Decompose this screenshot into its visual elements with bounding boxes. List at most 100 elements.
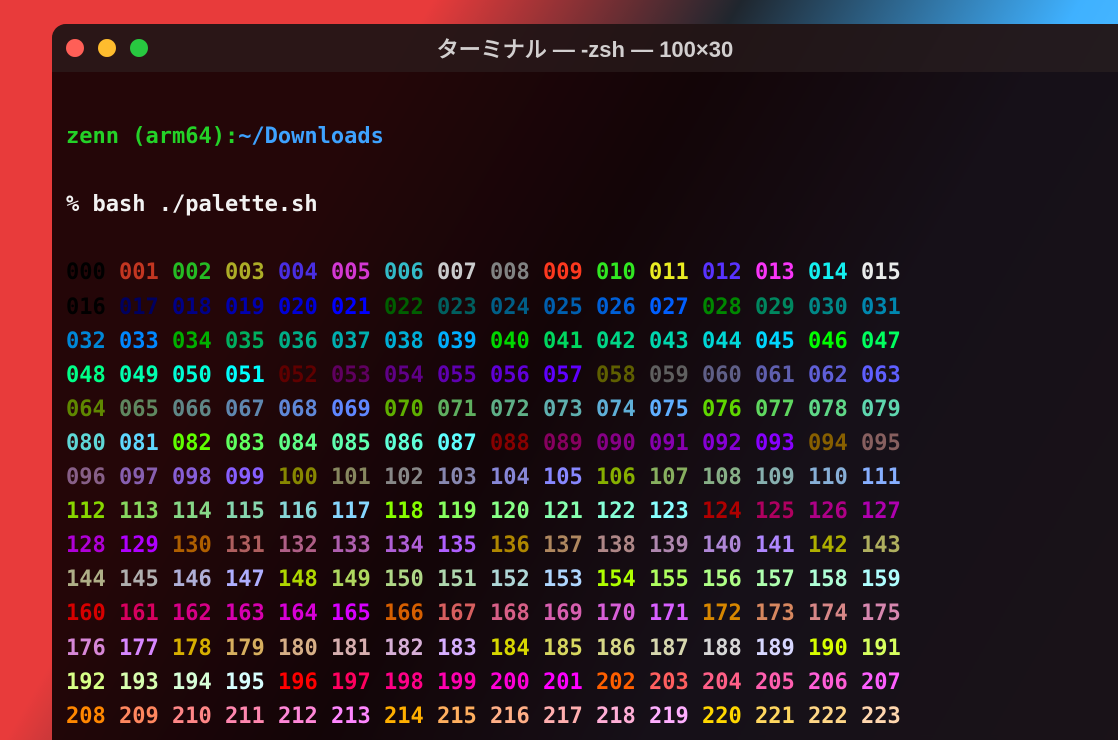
palette-cell-164: 164 — [278, 601, 318, 626]
palette-cell-037: 037 — [331, 329, 371, 354]
palette-cell-087: 087 — [437, 431, 477, 456]
palette-cell-213: 213 — [331, 704, 371, 729]
palette-cell-002: 002 — [172, 260, 212, 285]
palette-space — [159, 363, 172, 388]
palette-space — [318, 533, 331, 558]
palette-space — [106, 465, 119, 490]
palette-cell-079: 079 — [861, 397, 901, 422]
palette-cell-092: 092 — [702, 431, 742, 456]
palette-space — [795, 363, 808, 388]
palette-space — [159, 670, 172, 695]
palette-space — [848, 670, 861, 695]
palette-space — [848, 465, 861, 490]
palette-cell-207: 207 — [861, 670, 901, 695]
palette-space — [477, 465, 490, 490]
palette-cell-102: 102 — [384, 465, 424, 490]
palette-cell-030: 030 — [808, 295, 848, 320]
palette-space — [159, 329, 172, 354]
palette-cell-086: 086 — [384, 431, 424, 456]
palette-cell-135: 135 — [437, 533, 477, 558]
zoom-icon[interactable] — [130, 39, 148, 57]
palette-space — [530, 431, 543, 456]
palette-space — [848, 363, 861, 388]
palette-space — [477, 636, 490, 661]
palette-cell-018: 018 — [172, 295, 212, 320]
palette-space — [477, 329, 490, 354]
palette-cell-010: 010 — [596, 260, 636, 285]
palette-cell-186: 186 — [596, 636, 636, 661]
palette-space — [848, 636, 861, 661]
palette-space — [689, 363, 702, 388]
palette-space — [424, 601, 437, 626]
palette-space — [424, 636, 437, 661]
palette-cell-154: 154 — [596, 567, 636, 592]
palette-space — [371, 670, 384, 695]
terminal-content[interactable]: zenn (arm64):~/Downloads % bash ./palett… — [52, 72, 1118, 740]
palette-space — [583, 329, 596, 354]
palette-cell-206: 206 — [808, 670, 848, 695]
palette-space — [318, 704, 331, 729]
palette-cell-026: 026 — [596, 295, 636, 320]
palette-cell-108: 108 — [702, 465, 742, 490]
titlebar[interactable]: ターミナル — -zsh — 100×30 — [52, 24, 1118, 72]
palette-space — [424, 397, 437, 422]
palette-cell-197: 197 — [331, 670, 371, 695]
palette-cell-198: 198 — [384, 670, 424, 695]
palette-space — [318, 499, 331, 524]
palette-cell-027: 027 — [649, 295, 689, 320]
palette-space — [795, 636, 808, 661]
palette-cell-011: 011 — [649, 260, 689, 285]
palette-cell-080: 080 — [66, 431, 106, 456]
palette-space — [530, 636, 543, 661]
palette-space — [636, 670, 649, 695]
palette-space — [530, 329, 543, 354]
palette-cell-128: 128 — [66, 533, 106, 558]
palette-space — [636, 704, 649, 729]
palette-cell-151: 151 — [437, 567, 477, 592]
palette-cell-008: 008 — [490, 260, 530, 285]
palette-space — [530, 533, 543, 558]
palette-cell-048: 048 — [66, 363, 106, 388]
palette-cell-217: 217 — [543, 704, 583, 729]
palette-cell-113: 113 — [119, 499, 159, 524]
palette-cell-138: 138 — [596, 533, 636, 558]
palette-space — [159, 704, 172, 729]
palette-cell-166: 166 — [384, 601, 424, 626]
palette-cell-043: 043 — [649, 329, 689, 354]
palette-cell-123: 123 — [649, 499, 689, 524]
palette-cell-089: 089 — [543, 431, 583, 456]
palette-cell-210: 210 — [172, 704, 212, 729]
palette-cell-142: 142 — [808, 533, 848, 558]
palette-space — [742, 363, 755, 388]
palette-cell-034: 034 — [172, 329, 212, 354]
palette-cell-200: 200 — [490, 670, 530, 695]
palette-space — [795, 499, 808, 524]
prompt-symbol: % — [66, 192, 93, 217]
palette-cell-158: 158 — [808, 567, 848, 592]
palette-cell-133: 133 — [331, 533, 371, 558]
palette-space — [530, 295, 543, 320]
palette-cell-172: 172 — [702, 601, 742, 626]
palette-cell-107: 107 — [649, 465, 689, 490]
palette-space — [265, 601, 278, 626]
palette-space — [371, 499, 384, 524]
palette-space — [636, 363, 649, 388]
palette-cell-036: 036 — [278, 329, 318, 354]
palette-space — [477, 601, 490, 626]
palette-space — [318, 670, 331, 695]
palette-space — [265, 567, 278, 592]
palette-cell-124: 124 — [702, 499, 742, 524]
palette-row: 144 145 146 147 148 149 150 151 152 153 … — [66, 563, 1108, 597]
palette-space — [371, 260, 384, 285]
minimize-icon[interactable] — [98, 39, 116, 57]
palette-cell-006: 006 — [384, 260, 424, 285]
palette-cell-190: 190 — [808, 636, 848, 661]
palette-cell-095: 095 — [861, 431, 901, 456]
close-icon[interactable] — [66, 39, 84, 57]
palette-space — [583, 601, 596, 626]
palette-space — [636, 533, 649, 558]
palette-cell-031: 031 — [861, 295, 901, 320]
palette-space — [212, 499, 225, 524]
palette-cell-094: 094 — [808, 431, 848, 456]
palette-row: 224 225 226 227 228 229 230 231 232 233 … — [66, 734, 1108, 740]
